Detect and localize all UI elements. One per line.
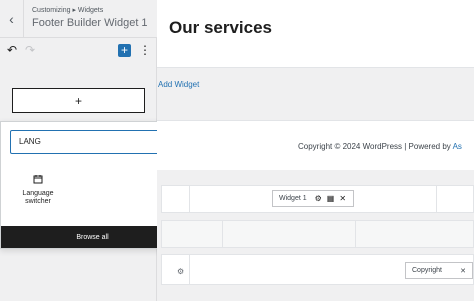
chevron-left-icon: ‹ (9, 11, 14, 27)
block-result-label: Language switcher (22, 190, 54, 205)
gear-icon[interactable]: ⚙ (315, 194, 322, 203)
block-result-language-switcher[interactable]: Language switcher (13, 172, 63, 216)
site-preview: Our services Add Widget Copyright © 2024… (157, 0, 474, 301)
undo-icon[interactable]: ↶ (7, 43, 17, 57)
panel-header: ‹ Customizing ▸ Widgets Footer Builder W… (0, 0, 157, 38)
column-divider (189, 186, 190, 212)
columns-icon[interactable]: ▦ (327, 194, 335, 203)
column-divider (222, 221, 223, 247)
panel-title: Footer Builder Widget 1 (32, 17, 148, 29)
widget-chip[interactable]: Widget 1 ⚙ ▦ ✕ (272, 190, 354, 207)
close-icon[interactable]: ✕ (339, 194, 346, 203)
customizer-window: ‹ Customizing ▸ Widgets Footer Builder W… (0, 0, 474, 301)
copyright-text: Copyright © 2024 WordPress | Powered by (298, 142, 453, 151)
section-heading: Our services (169, 18, 273, 37)
builder-row-middle (161, 220, 474, 248)
copyright-chip[interactable]: Copyright ✕ (405, 262, 473, 279)
add-widget-link[interactable]: Add Widget (158, 80, 199, 89)
column-divider (436, 186, 437, 212)
column-divider (355, 221, 356, 247)
calendar-icon (33, 175, 43, 184)
footer-copyright: Copyright © 2024 WordPress | Powered by … (298, 142, 462, 151)
redo-icon[interactable]: ↷ (25, 43, 35, 57)
more-options-icon[interactable]: ⋮ (139, 43, 151, 57)
block-appender-button[interactable]: + (12, 88, 145, 113)
footer-widget-area (157, 67, 474, 121)
close-icon[interactable]: ✕ (460, 267, 466, 275)
copyright-chip-label: Copyright (412, 267, 442, 274)
copyright-link[interactable]: As (453, 142, 462, 151)
row-settings-icon[interactable]: ⚙ (177, 267, 184, 276)
block-toolbar: ↶ ↷ + ⋮ (0, 40, 157, 62)
plus-icon: + (74, 93, 82, 108)
add-block-button[interactable]: + (118, 44, 131, 57)
search-value: LANG (19, 137, 41, 146)
breadcrumb: Customizing ▸ Widgets (32, 7, 104, 14)
widget-chip-label: Widget 1 (279, 195, 307, 202)
search-input[interactable]: LANG ✕ (10, 130, 176, 154)
widget-chip-tools: ⚙ ▦ ✕ (315, 194, 346, 203)
column-divider (189, 255, 190, 284)
back-button[interactable]: ‹ (0, 0, 24, 38)
